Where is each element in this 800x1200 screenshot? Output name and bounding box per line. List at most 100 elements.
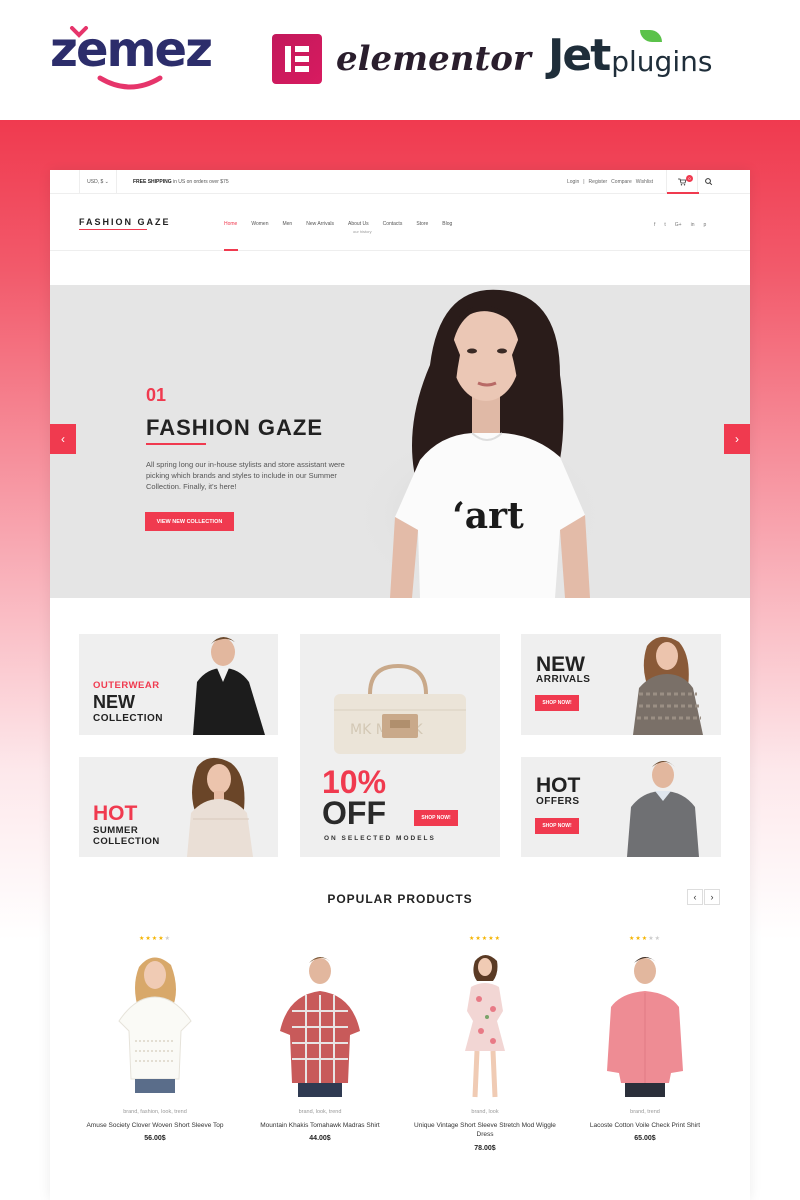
product-card[interactable]: ★★★★★ brand, trend Lacoste Cotton Voile … <box>560 935 730 1165</box>
product-price: 44.00$ <box>309 1135 331 1142</box>
product-tags: brand, look <box>471 1109 499 1115</box>
social-links: f t G+ in p <box>654 222 706 228</box>
login-link[interactable]: Login <box>567 179 579 185</box>
site-logo[interactable]: FASHION GAZE <box>79 217 171 227</box>
product-rating: ★★★★★ <box>70 935 240 942</box>
nav-item-new-arrivals[interactable]: New Arrivals <box>306 221 334 227</box>
banner-outerwear[interactable]: OUTERWEAR NEW COLLECTION <box>79 634 278 735</box>
product-rating: ★★★★★ <box>400 935 570 942</box>
product-name[interactable]: Mountain Khakis Tomahawk Madras Shirt <box>235 1121 405 1130</box>
hot-summer-summer: SUMMER <box>93 825 139 836</box>
website-preview: USD, $ ⌄ FREE SHIPPING in US on orders o… <box>50 170 750 1200</box>
nav-item-women[interactable]: Women <box>251 221 268 227</box>
sale-percent: 10% <box>322 764 387 800</box>
cart-indicator <box>667 192 699 194</box>
shipping-text: in US on orders over $75 <box>171 179 229 185</box>
slider-next-button[interactable]: › <box>724 424 750 454</box>
main-nav: Home Women Men New Arrivals About Us Con… <box>224 221 452 227</box>
product-image <box>280 957 360 1097</box>
nav-item-about-us[interactable]: About Us <box>348 221 369 227</box>
product-name[interactable]: Unique Vintage Short Sleeve Stretch Mod … <box>400 1121 570 1139</box>
new-arrivals-shop-now-button[interactable]: SHOP NOW! <box>535 695 579 711</box>
google-plus-icon[interactable]: G+ <box>675 222 682 228</box>
twitter-icon[interactable]: t <box>664 222 665 228</box>
linkedin-icon[interactable]: in <box>691 222 695 228</box>
nav-item-home[interactable]: Home <box>224 221 237 227</box>
elementor-logo: elementor <box>272 34 531 84</box>
products-next-button[interactable]: › <box>704 889 720 905</box>
hot-summer-model-image <box>187 757 253 857</box>
nav-item-blog[interactable]: Blog <box>442 221 452 227</box>
sale-subtitle: ON SELECTED MODELS <box>324 835 436 842</box>
product-image <box>607 957 683 1097</box>
elementor-icon <box>272 34 322 84</box>
shipping-notice: FREE SHIPPING in US on orders over $75 <box>133 179 229 185</box>
zemez-logo: zemez <box>50 22 213 90</box>
new-arrivals-arrivals: ARRIVALS <box>536 674 591 685</box>
hot-summer-collection: COLLECTION <box>93 836 160 847</box>
compare-link[interactable]: Compare <box>611 179 632 185</box>
new-arrivals-new: NEW <box>536 653 585 676</box>
banner-hot-offers[interactable]: HOT OFFERS SHOP NOW! <box>521 757 721 857</box>
product-tags: brand, trend <box>630 1109 660 1115</box>
product-image <box>465 955 505 1098</box>
search-icon[interactable] <box>703 176 715 188</box>
product-price: 65.00$ <box>634 1135 656 1142</box>
jetplugins-logo: Jet plugins <box>548 30 713 81</box>
elementor-wordmark: elementor <box>336 39 531 79</box>
star-empty-icon: ★ <box>654 936 661 942</box>
logo-underline <box>79 229 147 230</box>
register-link[interactable]: Register <box>589 179 608 185</box>
new-arrivals-model-image <box>633 636 703 735</box>
product-rating: ★★★★★ <box>560 935 730 942</box>
link-divider: | <box>583 179 585 185</box>
banner-sale[interactable]: MK MK MK 10% OFF ON SELECTED MODELS SHOP… <box>300 634 500 857</box>
nav-item-store[interactable]: Store <box>416 221 428 227</box>
products-prev-button[interactable]: ‹ <box>687 889 703 905</box>
plugins-wordmark: plugins <box>611 45 713 78</box>
brand-strip: zemez elementor Jet plugins <box>0 0 800 120</box>
product-price: 56.00$ <box>144 1135 166 1142</box>
hot-offers-shop-now-button[interactable]: SHOP NOW! <box>535 818 579 834</box>
facebook-icon[interactable]: f <box>654 222 655 228</box>
hot-offers-model-image <box>627 761 699 857</box>
nav-item-contacts[interactable]: Contacts <box>383 221 403 227</box>
hot-offers-offers: OFFERS <box>536 796 580 807</box>
nav-item-men[interactable]: Men <box>282 221 292 227</box>
main-header: FASHION GAZE Home Women Men New Arrivals… <box>50 195 750 251</box>
product-name[interactable]: Amuse Society Clover Woven Short Sleeve … <box>70 1121 240 1130</box>
wishlist-link[interactable]: Wishlist <box>636 179 653 185</box>
hero-title-underline <box>146 443 206 445</box>
chevron-left-icon: ‹ <box>61 432 65 446</box>
banner-new-arrivals[interactable]: NEW ARRIVALS SHOP NOW! <box>521 634 721 735</box>
chevron-right-icon: › <box>735 432 739 446</box>
account-links: Login | Register Compare Wishlist <box>567 179 653 185</box>
sale-shop-now-button[interactable]: SHOP NOW! <box>414 810 458 826</box>
outerwear-model-image <box>193 637 265 735</box>
chevron-right-icon: › <box>710 892 714 902</box>
product-card[interactable]: ★★★★★ brand, fashion, look, trend Amuse … <box>70 935 240 1165</box>
hero-description: All spring long our in-house stylists an… <box>146 460 345 491</box>
banner-hot-summer[interactable]: HOT SUMMER COLLECTION <box>79 757 278 857</box>
nav-subtitle: our history <box>353 229 372 234</box>
jet-wordmark: Jet <box>548 30 611 81</box>
currency-select[interactable]: USD, $ ⌄ <box>79 170 117 194</box>
cart-count-badge: 0 <box>686 175 693 182</box>
product-card[interactable]: brand, look, trend Mountain Khakis Tomah… <box>235 935 405 1165</box>
slider-prev-button[interactable]: ‹ <box>50 424 76 454</box>
pinterest-icon[interactable]: p <box>704 222 707 228</box>
hot-summer-hot: HOT <box>93 802 138 825</box>
product-price: 78.00$ <box>474 1145 496 1152</box>
product-name[interactable]: Lacoste Cotton Voile Check Print Shirt <box>560 1121 730 1130</box>
star-empty-icon: ★ <box>164 936 171 942</box>
product-tags: brand, fashion, look, trend <box>123 1109 187 1115</box>
hero-slider: ‘art 01 FASHION GAZE All spring long our… <box>50 285 750 598</box>
product-tags: brand, look, trend <box>298 1109 342 1115</box>
hero-title: FASHION GAZE <box>146 415 324 440</box>
outerwear-collection: COLLECTION <box>93 713 163 724</box>
cart-button[interactable]: 0 <box>666 170 699 194</box>
zemez-wordmark: zemez <box>50 22 213 78</box>
view-collection-button[interactable]: VIEW NEW COLLECTION <box>145 512 234 531</box>
product-card[interactable]: ★★★★★ brand, look Unique Vintage Short S… <box>400 935 570 1165</box>
handbag-image: MK MK MK <box>334 664 466 754</box>
